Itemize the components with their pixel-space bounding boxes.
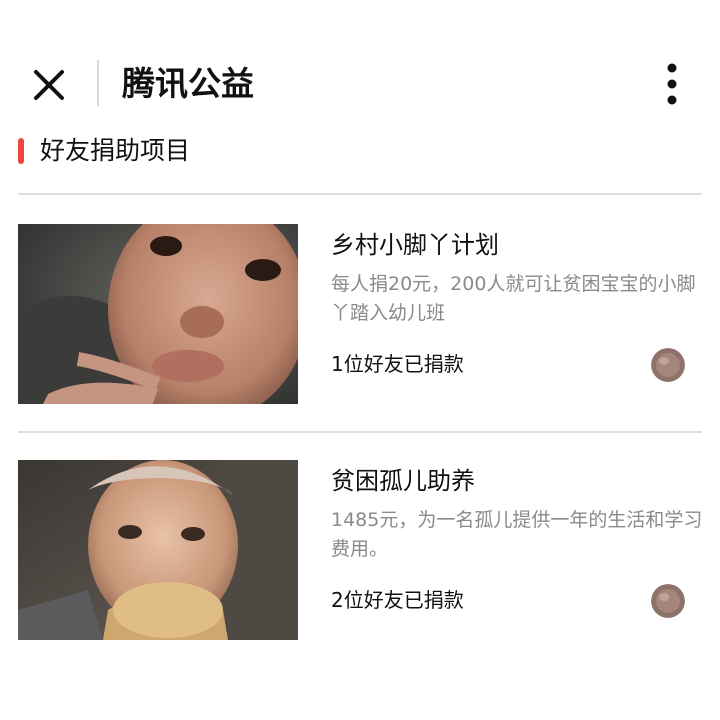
page-title: 腾讯公益 [122,64,254,103]
section-title: 好友捐助项目 [40,136,191,165]
project-image[interactable] [18,460,298,640]
more-button[interactable] [648,58,696,110]
project-title[interactable]: 乡村小脚丫计划 [331,228,499,262]
close-button[interactable] [24,60,74,110]
page: 腾讯公益 好友捐助项目 乡村小脚丫计划 每人捐20元，200人就可让贫困宝宝的小… [0,0,720,720]
close-icon [34,70,64,100]
project-description: 每人捐20元，200人就可让贫困宝宝的小脚丫踏入幼儿班 [331,273,696,324]
header-divider [97,60,99,106]
friends-donated-count: 1位好友已捐款 [331,352,464,376]
section-header: 好友捐助项目 [0,132,720,172]
project-description: 1485元，为一名孤儿提供一年的生活和学习费用。 [331,509,703,560]
project-image[interactable] [18,224,298,404]
divider [18,193,702,195]
friends-donated-count: 2位好友已捐款 [331,588,464,612]
project-card[interactable]: 贫困孤儿助养 1485元，为一名孤儿提供一年的生活和学习费用。 2位好友已捐款 [0,460,720,640]
project-title[interactable]: 贫困孤儿助养 [331,464,475,498]
header-bar: 腾讯公益 [0,40,720,128]
project-card[interactable]: 乡村小脚丫计划 每人捐20元，200人就可让贫困宝宝的小脚丫踏入幼儿班 1位好友… [0,224,720,404]
divider [18,431,702,433]
more-vertical-icon [667,63,677,105]
avatar[interactable] [651,348,685,382]
avatar[interactable] [651,584,685,618]
section-marker [18,138,24,164]
